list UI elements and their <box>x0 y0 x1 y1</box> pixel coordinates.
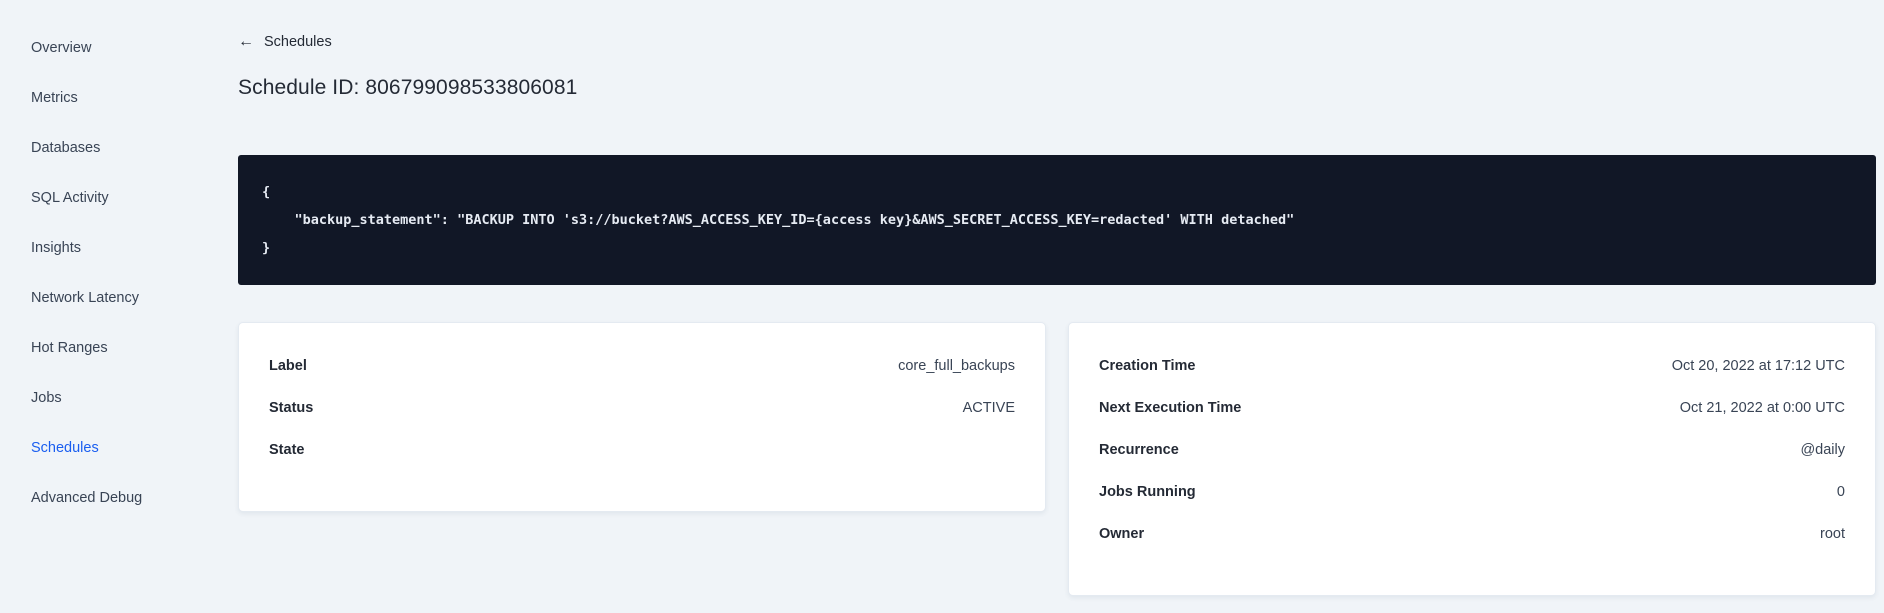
back-to-schedules-link[interactable]: ← Schedules <box>238 33 332 51</box>
main-content: ← Schedules Schedule ID: 806799098533806… <box>190 0 1884 613</box>
row-state: State <box>269 429 1015 471</box>
sidebar-item-insights[interactable]: Insights <box>0 223 190 273</box>
row-term: Label <box>269 358 307 374</box>
sidebar-item-hot-ranges[interactable]: Hot Ranges <box>0 323 190 373</box>
sidebar-item-schedules[interactable]: Schedules <box>0 423 190 473</box>
sidebar-item-metrics[interactable]: Metrics <box>0 73 190 123</box>
row-term: State <box>269 442 305 458</box>
row-value: 0 <box>1836 484 1845 500</box>
schedule-execution-card: Creation Time Oct 20, 2022 at 17:12 UTC … <box>1068 322 1876 596</box>
row-value: @daily <box>1800 442 1845 458</box>
back-arrow-icon: ← <box>238 33 254 50</box>
row-term: Owner <box>1099 526 1145 542</box>
schedule-details-card: Label core_full_backups Status ACTIVE St… <box>238 322 1046 512</box>
sidebar-item-databases[interactable]: Databases <box>0 123 190 173</box>
row-label: Label core_full_backups <box>269 345 1015 387</box>
row-term: Status <box>269 400 314 416</box>
row-value: root <box>1820 526 1845 542</box>
code-line: "backup_statement": "BACKUP INTO 's3://b… <box>262 212 1295 228</box>
sidebar-item-jobs[interactable]: Jobs <box>0 373 190 423</box>
app-root: Overview Metrics Databases SQL Activity … <box>0 0 1884 613</box>
row-term: Creation Time <box>1099 358 1196 374</box>
row-term: Recurrence <box>1099 442 1179 458</box>
row-status: Status ACTIVE <box>269 387 1015 429</box>
row-value: ACTIVE <box>962 400 1015 416</box>
code-line: { <box>262 184 271 200</box>
row-term: Jobs Running <box>1099 484 1196 500</box>
row-owner: Owner root <box>1099 513 1845 555</box>
row-term: Next Execution Time <box>1099 400 1242 416</box>
row-recurrence: Recurrence @daily <box>1099 429 1845 471</box>
backup-statement-code-block: { "backup_statement": "BACKUP INTO 's3:/… <box>238 155 1876 285</box>
page-title: Schedule ID: 806799098533806081 <box>238 76 578 99</box>
sidebar-item-network-latency[interactable]: Network Latency <box>0 273 190 323</box>
row-jobs-running: Jobs Running 0 <box>1099 471 1845 513</box>
row-creation-time: Creation Time Oct 20, 2022 at 17:12 UTC <box>1099 345 1845 387</box>
sidebar: Overview Metrics Databases SQL Activity … <box>0 0 190 613</box>
row-value: core_full_backups <box>898 358 1015 374</box>
code-line: } <box>262 240 271 256</box>
sidebar-item-overview[interactable]: Overview <box>0 23 190 73</box>
row-value: Oct 21, 2022 at 0:00 UTC <box>1679 400 1845 416</box>
row-next-execution-time: Next Execution Time Oct 21, 2022 at 0:00… <box>1099 387 1845 429</box>
sidebar-item-advanced-debug[interactable]: Advanced Debug <box>0 473 190 523</box>
back-link-label: Schedules <box>264 34 332 50</box>
detail-cards-row: Label core_full_backups Status ACTIVE St… <box>238 322 1876 596</box>
row-value: Oct 20, 2022 at 17:12 UTC <box>1671 358 1845 374</box>
sidebar-item-sql-activity[interactable]: SQL Activity <box>0 173 190 223</box>
